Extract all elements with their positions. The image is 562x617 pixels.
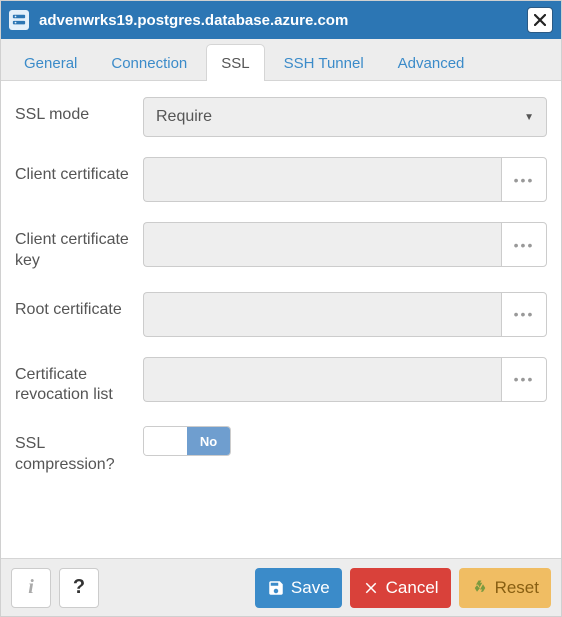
ellipsis-icon: •••: [514, 371, 535, 387]
form-scroll[interactable]: SSL mode Require ▼ Client certificate ••…: [1, 81, 561, 558]
row-client-cert-key: Client certificate key •••: [15, 222, 547, 272]
save-icon: [267, 579, 285, 597]
toggle-yes: [144, 427, 187, 455]
server-icon: [9, 10, 29, 30]
cancel-icon: [362, 579, 380, 597]
ellipsis-icon: •••: [514, 172, 535, 188]
ellipsis-icon: •••: [514, 306, 535, 322]
reset-button[interactable]: Reset: [459, 568, 551, 608]
recycle-icon: [471, 579, 489, 597]
help-button[interactable]: ?: [59, 568, 99, 608]
row-ssl-mode: SSL mode Require ▼: [15, 97, 547, 137]
browse-client-cert-key-button[interactable]: •••: [501, 222, 547, 267]
titlebar: advenwrks19.postgres.database.azure.com: [1, 1, 561, 39]
row-root-cert: Root certificate •••: [15, 292, 547, 337]
label-ssl-compression: SSL compression?: [15, 426, 133, 476]
tab-connection[interactable]: Connection: [96, 44, 202, 81]
close-icon: [534, 14, 546, 26]
tab-ssl[interactable]: SSL: [206, 44, 264, 81]
toggle-ssl-compression[interactable]: No: [143, 426, 231, 456]
row-client-cert: Client certificate •••: [15, 157, 547, 202]
save-button[interactable]: Save: [255, 568, 342, 608]
tab-ssh-tunnel[interactable]: SSH Tunnel: [269, 44, 379, 81]
info-icon: i: [28, 576, 34, 599]
select-ssl-mode-value: Require: [156, 108, 212, 126]
row-crl: Certificate revocation list •••: [15, 357, 547, 407]
cancel-button[interactable]: Cancel: [350, 568, 451, 608]
input-crl[interactable]: [143, 357, 501, 402]
help-icon: ?: [73, 576, 85, 599]
browse-crl-button[interactable]: •••: [501, 357, 547, 402]
label-crl: Certificate revocation list: [15, 357, 133, 407]
browse-client-cert-button[interactable]: •••: [501, 157, 547, 202]
form-panel: SSL mode Require ▼ Client certificate ••…: [1, 81, 561, 558]
reset-label: Reset: [495, 578, 539, 598]
label-client-cert-key: Client certificate key: [15, 222, 133, 272]
save-label: Save: [291, 578, 330, 598]
tab-advanced[interactable]: Advanced: [383, 44, 480, 81]
row-ssl-compression: SSL compression? No: [15, 426, 547, 476]
toggle-no: No: [187, 427, 230, 455]
window-title: advenwrks19.postgres.database.azure.com: [39, 12, 527, 29]
tab-general[interactable]: General: [9, 44, 92, 81]
server-properties-dialog: advenwrks19.postgres.database.azure.com …: [0, 0, 562, 617]
info-button[interactable]: i: [11, 568, 51, 608]
input-client-cert-key[interactable]: [143, 222, 501, 267]
label-client-cert: Client certificate: [15, 157, 133, 202]
browse-root-cert-button[interactable]: •••: [501, 292, 547, 337]
ellipsis-icon: •••: [514, 237, 535, 253]
label-root-cert: Root certificate: [15, 292, 133, 337]
footer: i ? Save Cancel Reset: [1, 558, 561, 616]
chevron-down-icon: ▼: [524, 112, 534, 123]
input-root-cert[interactable]: [143, 292, 501, 337]
cancel-label: Cancel: [386, 578, 439, 598]
close-button[interactable]: [527, 7, 553, 33]
input-client-cert[interactable]: [143, 157, 501, 202]
tabs: General Connection SSL SSH Tunnel Advanc…: [1, 39, 561, 81]
select-ssl-mode[interactable]: Require ▼: [143, 97, 547, 137]
label-ssl-mode: SSL mode: [15, 97, 133, 137]
